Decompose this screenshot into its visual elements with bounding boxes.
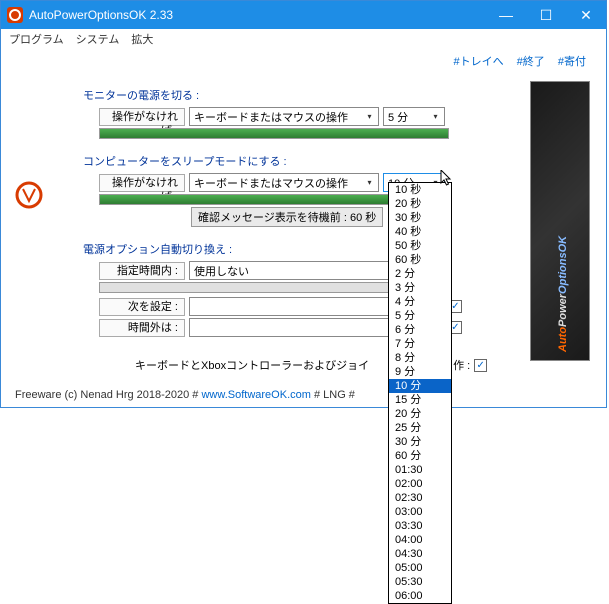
- menu-system[interactable]: システム: [76, 31, 120, 47]
- dropdown-item[interactable]: 3 分: [389, 281, 451, 295]
- link-donate[interactable]: #寄付: [558, 56, 586, 68]
- confirm-msg-button[interactable]: 確認メッセージ表示を待機前 : 60 秒: [191, 207, 383, 227]
- section-auto-title: 電源オプション自動切り換え :: [83, 241, 520, 257]
- sleep-trigger-combo[interactable]: キーボードまたはマウスの操作 ▾: [189, 173, 379, 192]
- dropdown-item[interactable]: 25 分: [389, 421, 451, 435]
- dropdown-item[interactable]: 30 分: [389, 435, 451, 449]
- sleep-row: 操作がなければ : キーボードまたはマウスの操作 ▾ 10 分 ▾: [99, 173, 520, 192]
- dropdown-item[interactable]: 9 分: [389, 365, 451, 379]
- app-icon: [7, 7, 23, 23]
- left-column: [15, 81, 51, 375]
- set-next-label: 次を設定 :: [99, 298, 185, 316]
- close-button[interactable]: ✕: [566, 1, 606, 29]
- dropdown-item[interactable]: 15 分: [389, 393, 451, 407]
- chevron-down-icon: ▾: [363, 110, 376, 123]
- content: モニターの電源を切る : 操作がなければ : キーボードまたはマウスの操作 ▾ …: [1, 73, 606, 383]
- dropdown-item[interactable]: 03:00: [389, 505, 451, 519]
- joy-suffix: 作 :: [453, 357, 470, 373]
- app-window: AutoPowerOptionsOK 2.33 — ☐ ✕ プログラム システム…: [0, 0, 607, 408]
- monitor-progress: [99, 128, 449, 139]
- titlebar[interactable]: AutoPowerOptionsOK 2.33 — ☐ ✕: [1, 1, 606, 29]
- dropdown-item[interactable]: 60 分: [389, 449, 451, 463]
- combo-value: 使用しない: [194, 263, 249, 279]
- window-title: AutoPowerOptionsOK 2.33: [29, 8, 486, 22]
- window-controls: — ☐ ✕: [486, 1, 606, 29]
- section-monitor-title: モニターの電源を切る :: [83, 87, 520, 103]
- joy-label: キーボードとXboxコントローラーおよびジョイ: [135, 357, 369, 373]
- combo-value: キーボードまたはマウスの操作: [194, 109, 348, 125]
- dropdown-item[interactable]: 20 分: [389, 407, 451, 421]
- joy-checkbox[interactable]: ✓: [474, 359, 487, 372]
- dropdown-item[interactable]: 01:30: [389, 463, 451, 477]
- mouse-cursor: [440, 170, 454, 188]
- dropdown-item[interactable]: 03:30: [389, 519, 451, 533]
- chevron-down-icon: ▾: [429, 110, 442, 123]
- time-within-label: 指定時間内 :: [99, 262, 185, 280]
- link-tray[interactable]: #トレイへ: [454, 56, 504, 68]
- side-banner: AutoPowerOptionsOK: [530, 81, 590, 361]
- maximize-button[interactable]: ☐: [526, 1, 566, 29]
- dropdown-item[interactable]: 50 秒: [389, 239, 451, 253]
- logo-icon: [15, 181, 43, 209]
- dropdown-item[interactable]: 5 分: [389, 309, 451, 323]
- dropdown-item[interactable]: 4 分: [389, 295, 451, 309]
- footer-link[interactable]: www.SoftwareOK.com: [201, 389, 310, 401]
- if-no-op-label-2: 操作がなければ :: [99, 174, 185, 192]
- monitor-row: 操作がなければ : キーボードまたはマウスの操作 ▾ 5 分 ▾: [99, 107, 520, 126]
- dropdown-item[interactable]: 2 分: [389, 267, 451, 281]
- menu-program[interactable]: プログラム: [9, 31, 64, 47]
- banner-text: AutoPowerOptionsOK: [551, 92, 571, 352]
- dropdown-item[interactable]: 8 分: [389, 351, 451, 365]
- joy-row: キーボードとXboxコントローラーおよびジョイ 作 : ✓: [135, 357, 520, 373]
- footer: Freeware (c) Nenad Hrg 2018-2020 # www.S…: [1, 383, 606, 407]
- monitor-time-combo[interactable]: 5 分 ▾: [383, 107, 445, 126]
- link-exit[interactable]: #終了: [517, 56, 545, 68]
- dropdown-item[interactable]: 10 分: [389, 379, 451, 393]
- auto-row2: 次を設定 : ✓: [99, 297, 520, 316]
- if-no-op-label-1: 操作がなければ :: [99, 108, 185, 126]
- dropdown-item[interactable]: 05:30: [389, 575, 451, 589]
- footer-text2: # LNG #: [311, 389, 355, 401]
- dropdown-item[interactable]: 7 分: [389, 337, 451, 351]
- linkbar: #トレイへ #終了 #寄付: [1, 49, 606, 73]
- dropdown-item[interactable]: 02:30: [389, 491, 451, 505]
- dropdown-item[interactable]: 04:30: [389, 547, 451, 561]
- dropdown-item[interactable]: 60 秒: [389, 253, 451, 267]
- dropdown-item[interactable]: 02:00: [389, 477, 451, 491]
- combo-value: 5 分: [388, 109, 408, 125]
- section-sleep-title: コンピューターをスリープモードにする :: [83, 153, 520, 169]
- right-column: AutoPowerOptionsOK: [530, 81, 592, 375]
- minimize-button[interactable]: —: [486, 1, 526, 29]
- footer-text1: Freeware (c) Nenad Hrg 2018-2020 #: [15, 389, 201, 401]
- menu-expand[interactable]: 拡大: [131, 31, 153, 47]
- chevron-down-icon: ▾: [363, 176, 376, 189]
- dropdown-item[interactable]: 20 秒: [389, 197, 451, 211]
- auto-row3: 時間外は : ✓: [99, 318, 520, 337]
- dropdown-item[interactable]: 30 秒: [389, 211, 451, 225]
- time-dropdown-list[interactable]: 10 秒20 秒30 秒40 秒50 秒60 秒2 分3 分4 分5 分6 分7…: [388, 182, 452, 604]
- combo-value: キーボードまたはマウスの操作: [194, 175, 348, 191]
- dropdown-item[interactable]: 06:00: [389, 589, 451, 603]
- auto-row1: 指定時間内 : 使用しない ▾: [99, 261, 520, 280]
- monitor-trigger-combo[interactable]: キーボードまたはマウスの操作 ▾: [189, 107, 379, 126]
- menubar: プログラム システム 拡大: [1, 29, 606, 49]
- dropdown-item[interactable]: 40 秒: [389, 225, 451, 239]
- time-outside-label: 時間外は :: [99, 319, 185, 337]
- dropdown-item[interactable]: 05:00: [389, 561, 451, 575]
- dropdown-item[interactable]: 6 分: [389, 323, 451, 337]
- dropdown-item[interactable]: 04:00: [389, 533, 451, 547]
